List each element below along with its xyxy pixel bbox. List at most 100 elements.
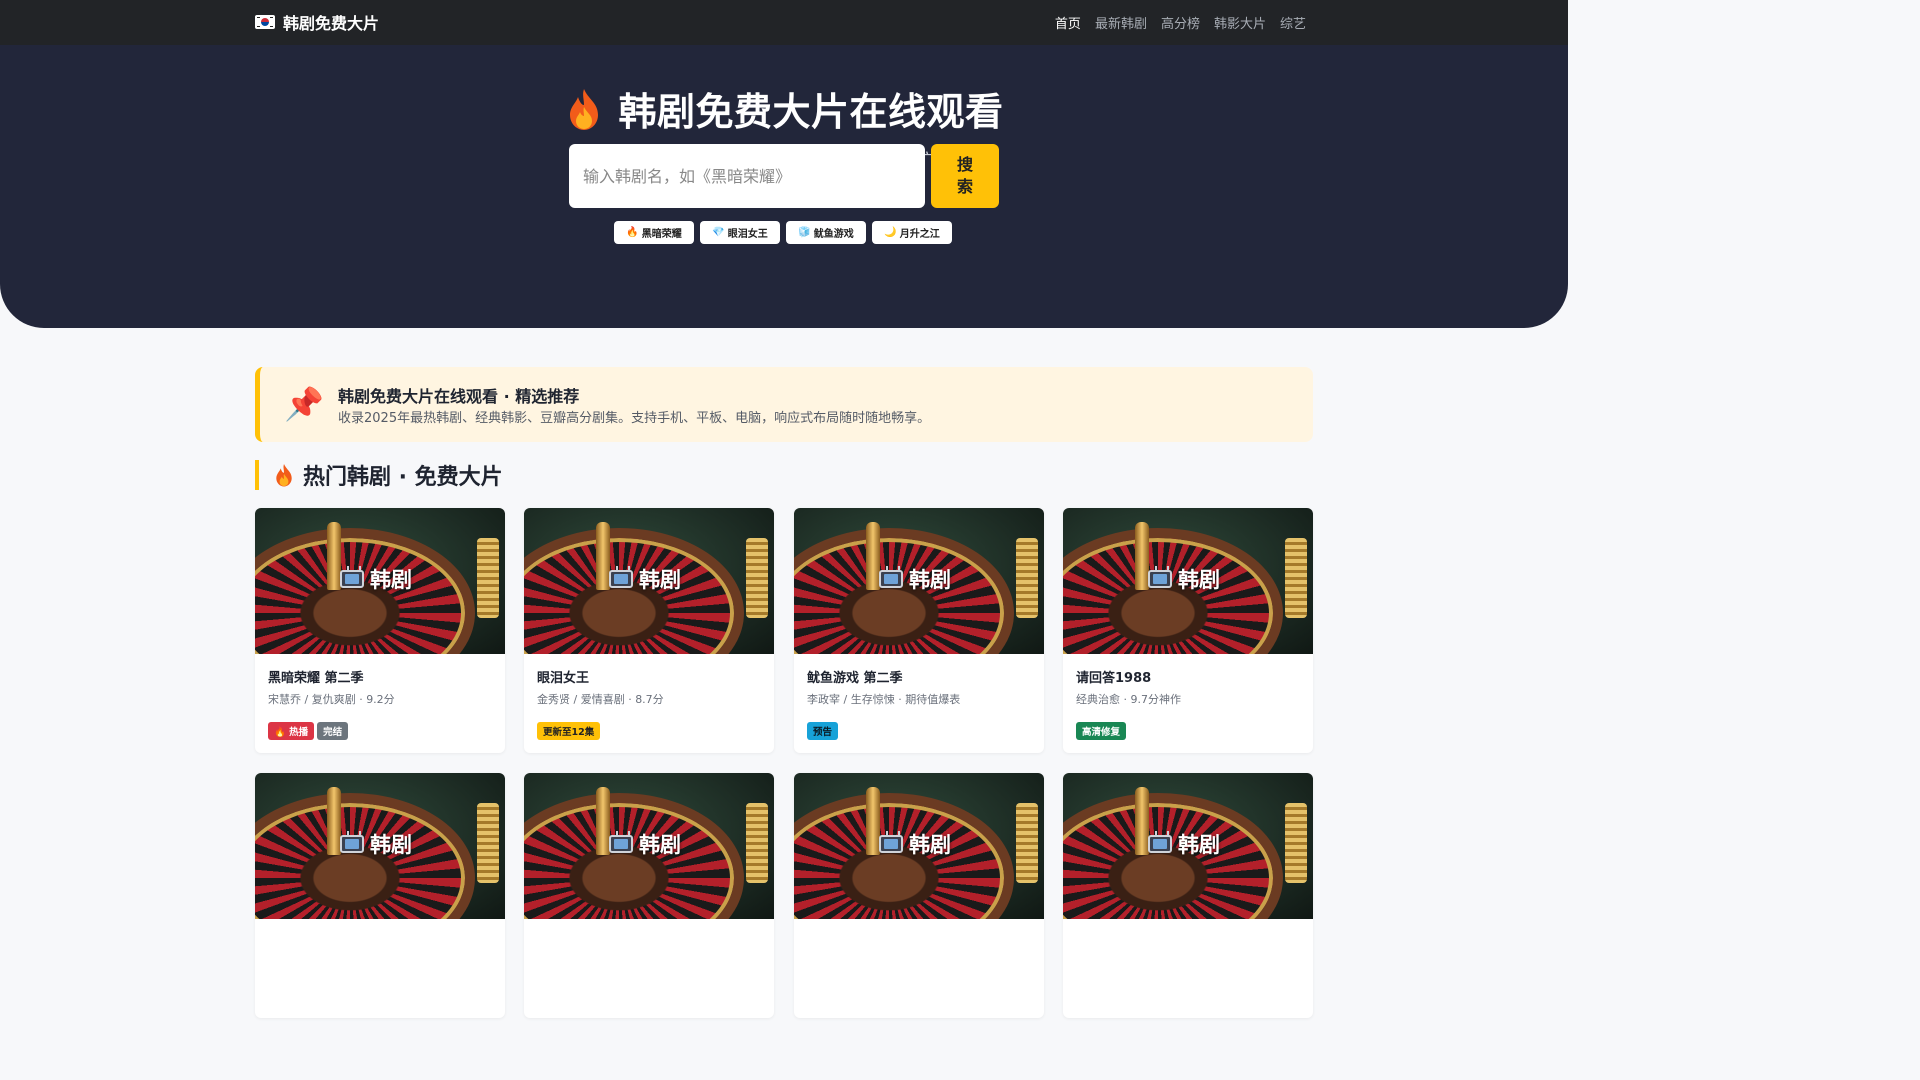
status-badge: 更新至12集: [537, 722, 601, 740]
roulette-spindle-image: [327, 787, 341, 855]
drama-badges: 更新至12集: [537, 722, 601, 740]
hero-title: 韩剧免费大片在线观看: [0, 81, 1568, 136]
tv-icon: [609, 835, 633, 853]
drama-thumbnail[interactable]: 韩剧: [1063, 508, 1313, 654]
drama-thumbnail[interactable]: 韩剧: [255, 508, 505, 654]
search-bar: 搜索: [569, 144, 999, 208]
drama-card[interactable]: 韩剧 请回答1988 经典治愈 · 9.7分神作 高清修复: [1063, 508, 1313, 753]
fire-icon: [276, 464, 292, 487]
thumbnail-label: 韩剧: [879, 564, 951, 594]
drama-badges: 🔥 热播 完结: [268, 722, 349, 740]
drama-title[interactable]: 黑暗荣耀 第二季: [268, 667, 364, 686]
hot-search-tags: 🔥 黑暗荣耀 💎 眼泪女王 🧊 鱿鱼游戏 🌙 月升之江: [614, 221, 952, 244]
drama-card[interactable]: 韩剧黑暗荣耀 第二季宋慧乔 / 复仇爽剧 · 9.2分 🔥 热播 完结: [255, 508, 505, 753]
thumbnail-text: 韩剧: [370, 568, 412, 592]
drama-thumbnail[interactable]: 韩剧: [524, 508, 774, 654]
drama-card[interactable]: 韩剧鱿鱼游戏 第二季李政宰 / 生存惊悚 · 期待值爆表预告: [794, 508, 1044, 753]
nav-links: 首页 最新韩剧 高分榜 韩影大片 综艺: [1055, 13, 1306, 32]
nav-link-home[interactable]: 首页: [1055, 13, 1081, 32]
notice-description: 收录2025年最热韩剧、经典韩影、豆瓣高分剧集。支持手机、平板、电脑，响应式布局…: [338, 411, 931, 426]
status-badge: 完结: [317, 722, 349, 740]
section-header: 热门韩剧 · 免费大片: [255, 460, 503, 490]
tag-label: 鱿鱼游戏: [813, 229, 854, 240]
nav-link-variety[interactable]: 综艺: [1280, 13, 1306, 32]
korean-flag-icon: [255, 15, 275, 29]
casino-chips-image: [1016, 803, 1038, 883]
tv-icon: [879, 835, 903, 853]
drama-badges: 高清修复: [1076, 722, 1127, 740]
tv-icon: [1148, 570, 1172, 588]
tv-icon: [340, 835, 364, 853]
roulette-spindle-image: [596, 522, 610, 590]
thumbnail-text: 韩剧: [909, 833, 951, 857]
roulette-spindle-image: [866, 787, 880, 855]
brand-logo[interactable]: 韩剧免费大片: [255, 11, 379, 33]
tv-icon: [1148, 835, 1172, 853]
thumbnail-label: 韩剧: [340, 829, 412, 859]
tag-dark-glory[interactable]: 🔥 黑暗荣耀: [614, 221, 694, 244]
status-badge: 🔥 热播: [268, 722, 315, 740]
ice-cube-icon: 🧊: [798, 227, 811, 238]
roulette-spindle-image: [866, 522, 880, 590]
status-badge: 高清修复: [1076, 722, 1127, 740]
drama-card[interactable]: 韩剧: [255, 773, 505, 1018]
drama-title[interactable]: 请回答1988: [1076, 667, 1151, 686]
drama-card[interactable]: 韩剧: [794, 773, 1044, 1018]
casino-chips-image: [1285, 538, 1307, 618]
drama-title[interactable]: 眼泪女王: [537, 667, 589, 686]
hero-title-text: 韩剧免费大片在线观看: [618, 90, 1004, 134]
drama-card[interactable]: 韩剧眼泪女王金秀贤 / 爱情喜剧 · 8.7分更新至12集: [524, 508, 774, 753]
tag-river-moon[interactable]: 🌙 月升之江: [872, 221, 952, 244]
casino-chips-image: [1016, 538, 1038, 618]
thumbnail-text: 韩剧: [639, 833, 681, 857]
search-input[interactable]: [569, 144, 925, 208]
roulette-spindle-image: [1135, 787, 1149, 855]
drama-thumbnail[interactable]: 韩剧: [1063, 773, 1313, 919]
fire-icon: [570, 89, 599, 130]
top-navbar: 韩剧免费大片 首页 最新韩剧 高分榜 韩影大片 综艺: [0, 0, 1568, 45]
tag-label: 黑暗荣耀: [641, 229, 682, 240]
diamond-icon: 💎: [712, 227, 725, 238]
drama-meta: 金秀贤 / 爱情喜剧 · 8.7分: [537, 693, 664, 706]
tag-label: 月升之江: [899, 229, 940, 240]
drama-thumbnail[interactable]: 韩剧: [794, 508, 1044, 654]
roulette-spindle-image: [1135, 522, 1149, 590]
drama-meta: 宋慧乔 / 复仇爽剧 · 9.2分: [268, 693, 395, 706]
drama-title[interactable]: 鱿鱼游戏 第二季: [807, 667, 903, 686]
tv-icon: [879, 570, 903, 588]
pushpin-icon: 📌: [284, 385, 324, 423]
drama-card[interactable]: 韩剧: [1063, 773, 1313, 1018]
section-title: 热门韩剧 · 免费大片: [303, 465, 503, 490]
tv-icon: [609, 570, 633, 588]
tv-icon: [340, 570, 364, 588]
thumbnail-text: 韩剧: [639, 568, 681, 592]
drama-card[interactable]: 韩剧: [524, 773, 774, 1018]
nav-link-movies[interactable]: 韩影大片: [1214, 13, 1266, 32]
drama-thumbnail[interactable]: 韩剧: [255, 773, 505, 919]
tag-queen-of-tears[interactable]: 💎 眼泪女王: [700, 221, 780, 244]
casino-chips-image: [746, 538, 768, 618]
fire-icon: 🔥: [626, 227, 639, 238]
brand-name: 韩剧免费大片: [283, 14, 380, 33]
moon-icon: 🌙: [884, 227, 897, 238]
nav-link-latest[interactable]: 最新韩剧: [1095, 13, 1147, 32]
tag-label: 眼泪女王: [727, 229, 768, 240]
roulette-spindle-image: [596, 787, 610, 855]
casino-chips-image: [1285, 803, 1307, 883]
drama-badges: 预告: [807, 722, 839, 740]
notice-title: 韩剧免费大片在线观看 · 精选推荐: [338, 387, 580, 406]
thumbnail-label: 韩剧: [1148, 564, 1220, 594]
drama-meta: 李政宰 / 生存惊悚 · 期待值爆表: [807, 693, 961, 706]
nav-link-top-rated[interactable]: 高分榜: [1161, 13, 1200, 32]
casino-chips-image: [477, 803, 499, 883]
tag-squid-game[interactable]: 🧊 鱿鱼游戏: [786, 221, 866, 244]
roulette-spindle-image: [327, 522, 341, 590]
search-button[interactable]: 搜索: [931, 144, 999, 208]
drama-thumbnail[interactable]: 韩剧: [794, 773, 1044, 919]
status-badge: 预告: [807, 722, 839, 740]
recommendation-notice: 📌 韩剧免费大片在线观看 · 精选推荐 收录2025年最热韩剧、经典韩影、豆瓣高…: [255, 367, 1313, 442]
thumbnail-text: 韩剧: [370, 833, 412, 857]
casino-chips-image: [477, 538, 499, 618]
thumbnail-text: 韩剧: [1178, 568, 1220, 592]
drama-thumbnail[interactable]: 韩剧: [524, 773, 774, 919]
